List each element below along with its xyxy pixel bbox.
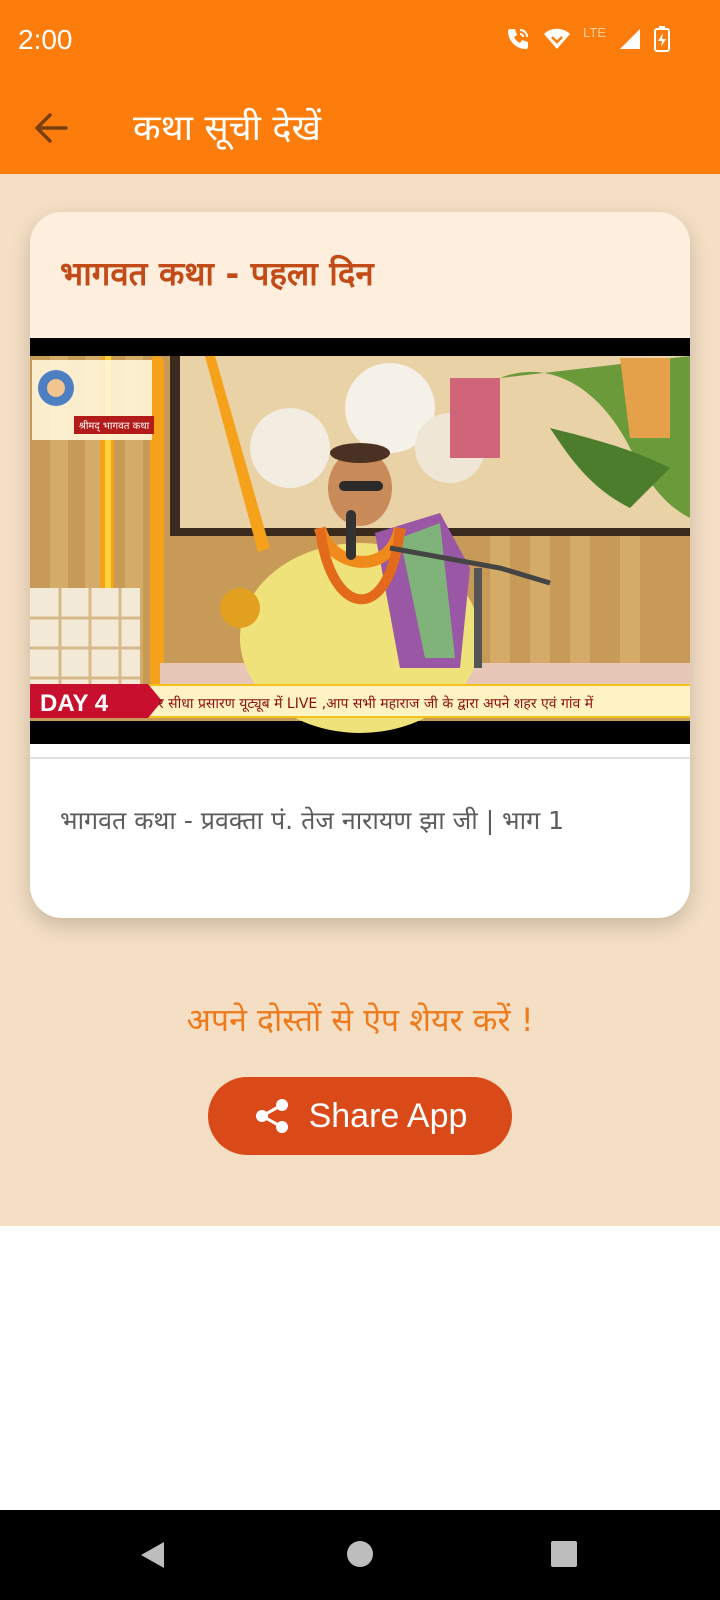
recents-square-icon [551,1541,577,1567]
share-button-label: Share App [308,1096,468,1135]
katha-card[interactable]: भागवत कथा - पहला दिन श्रीमद् भागवत कथा D… [30,212,690,918]
card-header: भागवत कथा - पहला दिन [30,212,690,338]
card-description: भागवत कथा - प्रवक्ता पं. तेज नारायण झा ज… [60,806,565,835]
nav-recents-button[interactable] [550,1540,578,1572]
nav-home-button[interactable] [346,1540,374,1572]
share-app-button[interactable]: Share App [208,1077,512,1155]
video-ticker: र सीधा प्रसारण यूट्यूब में LIVE ,आप सभी … [158,695,594,712]
video-logo-text: श्रीमद् भागवत कथा [79,420,150,432]
arrow-back-icon [35,113,68,143]
nav-back-button[interactable] [138,1540,168,1574]
status-icons: LTE [505,24,670,52]
wifi-icon [543,27,571,51]
battery-charging-icon [654,26,670,52]
wifi-call-icon [505,26,531,52]
main-content: भागवत कथा - पहला दिन श्रीमद् भागवत कथा D… [0,174,720,1226]
status-bar: 2:00 LTE [0,0,720,82]
status-time: 2:00 [18,24,73,55]
card-title: भागवत कथा - पहला दिन [60,254,374,293]
network-type: LTE [583,24,606,40]
back-triangle-icon [141,1542,164,1568]
share-icon [255,1099,288,1133]
home-circle-icon [347,1541,373,1567]
video-thumbnail[interactable]: श्रीमद् भागवत कथा DAY 4 र सीधा प्रसारण य… [30,338,690,744]
app-bar: कथा सूची देखें [0,82,720,174]
system-nav-bar [0,1510,720,1600]
page-title: कथा सूची देखें [133,108,321,149]
back-button[interactable] [28,104,76,152]
video-thumbnail-art: श्रीमद् भागवत कथा DAY 4 र सीधा प्रसारण य… [30,338,690,744]
day-badge: DAY 4 [40,690,109,717]
signal-icon [618,27,642,51]
share-prompt: अपने दोस्तों से ऐप शेयर करें ! [186,1001,534,1039]
